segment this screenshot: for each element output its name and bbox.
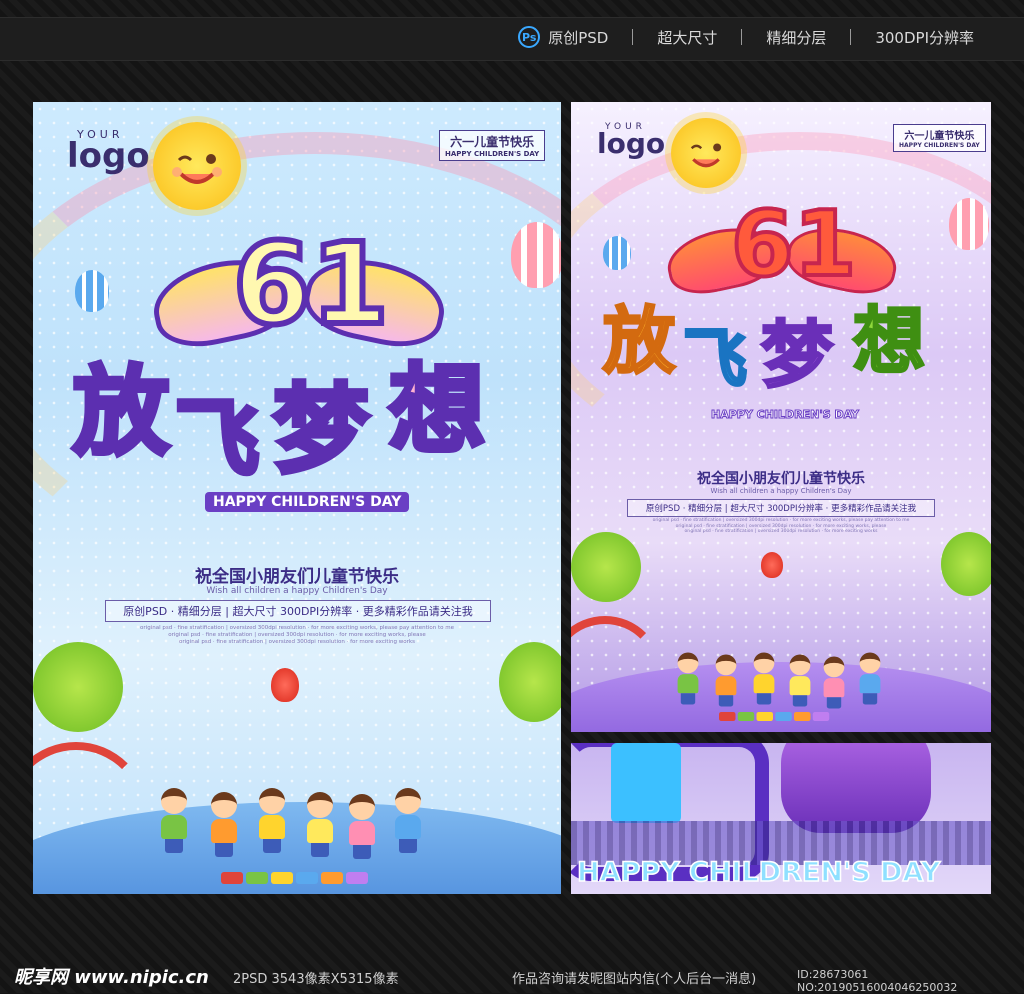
divider: [741, 29, 743, 45]
photoshop-icon: Ps: [518, 26, 541, 48]
tag-en: HAPPY CHILDREN'S DAY: [445, 150, 540, 158]
toy-train-icon: [719, 712, 830, 721]
logo-word: logo: [67, 136, 150, 176]
toy-train-icon: [221, 872, 368, 884]
sun-icon: [671, 118, 741, 188]
sun-face-icon: [690, 143, 722, 168]
fine-line: original psd · fine stratification | ove…: [140, 625, 454, 631]
fine-print: original psd · fine stratification | ove…: [571, 518, 991, 535]
cartoon-kid: [259, 788, 285, 853]
cartoon-kid: [307, 792, 333, 857]
tag-en: HAPPY CHILDREN'S DAY: [899, 142, 980, 149]
logo: YOUR logo: [597, 122, 666, 160]
letter-fei-detail: [611, 743, 681, 823]
detail-crop: HAPPY CHILDREN'S DAY: [571, 743, 991, 894]
fine-line: original psd · fine stratification | ove…: [168, 631, 426, 638]
logo: YOUR logo: [67, 128, 150, 176]
file-info: 2PSD 3543像素X5315像素: [233, 972, 399, 987]
cartoon-kid: [677, 652, 699, 705]
tree-icon: [499, 642, 561, 722]
feature-fine-layers: 精细分层: [766, 28, 827, 47]
title-char-fei: 飞: [172, 388, 261, 491]
title-char-fang: 放: [601, 298, 676, 385]
divider: [850, 29, 852, 45]
logo-word: logo: [597, 127, 666, 160]
title-char-meng: 梦: [271, 372, 372, 489]
title-char-fang: 放: [71, 354, 172, 471]
tree-icon: [571, 532, 641, 602]
cartoon-kid: [395, 788, 421, 853]
image-id: ID:28673061 NO:20190516004046250032: [797, 968, 958, 994]
red-balloon-icon: [271, 668, 299, 702]
cartoon-kid: [211, 792, 237, 857]
fine-line: original psd · fine stratification | ove…: [179, 638, 415, 645]
title-char-xiang: 想: [387, 352, 488, 469]
cartoon-kid: [859, 652, 881, 705]
cartoon-kid: [823, 656, 845, 709]
tree-icon: [33, 642, 123, 732]
feature-original-psd: 原创PSD: [548, 28, 609, 47]
feature-300dpi: 300DPI分辨率: [875, 28, 974, 47]
title-char-meng: 梦: [759, 312, 834, 399]
contact-note: 作品咨询请发昵图站内信(个人后台一消息): [512, 972, 757, 987]
slogan: 祝全国小朋友们儿童节快乐: [195, 567, 399, 587]
happy-childrens-day-banner: HAPPY CHILDREN'S DAY: [710, 408, 860, 422]
sun-face-icon: [172, 154, 222, 184]
title-char-fei: 飞: [682, 322, 749, 399]
hot-air-balloon-icon: [949, 198, 989, 250]
cartoon-kid: [789, 654, 811, 707]
slogan: 祝全国小朋友们儿童节快乐: [697, 471, 865, 487]
hot-air-balloon-small-icon: [603, 236, 631, 270]
site-logo[interactable]: 昵享网 www.nipic.cn: [14, 963, 209, 989]
slogan-en: Wish all children a happy Children's Day: [206, 586, 388, 596]
footer: 昵享网 www.nipic.cn 2PSD 3543像素X5315像素 作品咨询…: [0, 955, 1024, 994]
letter-meng-detail: [781, 743, 931, 833]
feature-large-size: 超大尺寸: [657, 28, 718, 47]
poster-blue: YOUR logo 六一儿童节快乐 HAPPY CHILDREN'S DAY 6…: [33, 102, 561, 894]
cartoon-kid: [161, 788, 187, 853]
childrens-day-tag: 六一儿童节快乐 HAPPY CHILDREN'S DAY: [439, 130, 546, 161]
cartoon-kid: [349, 794, 375, 859]
divider: [632, 29, 634, 45]
tree-icon: [941, 532, 991, 596]
info-box: 原创PSD · 精细分层 | 超大尺寸 300DPI分辨率 · 更多精彩作品请关…: [627, 499, 935, 517]
tag-cn: 六一儿童节快乐: [450, 135, 535, 149]
tag-cn: 六一儿童节快乐: [904, 131, 975, 142]
red-balloon-icon: [761, 552, 783, 578]
happy-childrens-day-banner: HAPPY CHILDREN'S DAY: [205, 492, 410, 512]
feature-list: Ps 原创PSD 超大尺寸 精细分层 300DPI分辨率: [518, 26, 974, 48]
number-61: 61: [230, 217, 392, 353]
title-char-xiang: 想: [851, 298, 926, 385]
childrens-day-tag: 六一儿童节快乐 HAPPY CHILDREN'S DAY: [893, 124, 986, 152]
cartoon-kid: [715, 654, 737, 707]
hot-air-balloon-small-icon: [75, 270, 109, 312]
cartoon-kid: [753, 652, 775, 705]
hot-air-balloon-icon: [511, 222, 561, 288]
fine-line: original psd · fine stratification | ove…: [684, 529, 878, 535]
fine-print: original psd · fine stratification | ove…: [33, 625, 561, 646]
number-61: 61: [729, 190, 858, 299]
top-feature-bar: Ps 原创PSD 超大尺寸 精细分层 300DPI分辨率: [0, 17, 1024, 61]
poster-purple: YOUR logo 六一儿童节快乐 HAPPY CHILDREN'S DAY 6…: [571, 102, 991, 732]
slogan-en: Wish all children a happy Children's Day: [710, 487, 852, 495]
info-box: 原创PSD · 精细分层 | 超大尺寸 300DPI分辨率 · 更多精彩作品请关…: [105, 600, 491, 622]
sun-icon: [153, 122, 241, 210]
detail-happy-childrens-day: HAPPY CHILDREN'S DAY: [576, 856, 941, 889]
